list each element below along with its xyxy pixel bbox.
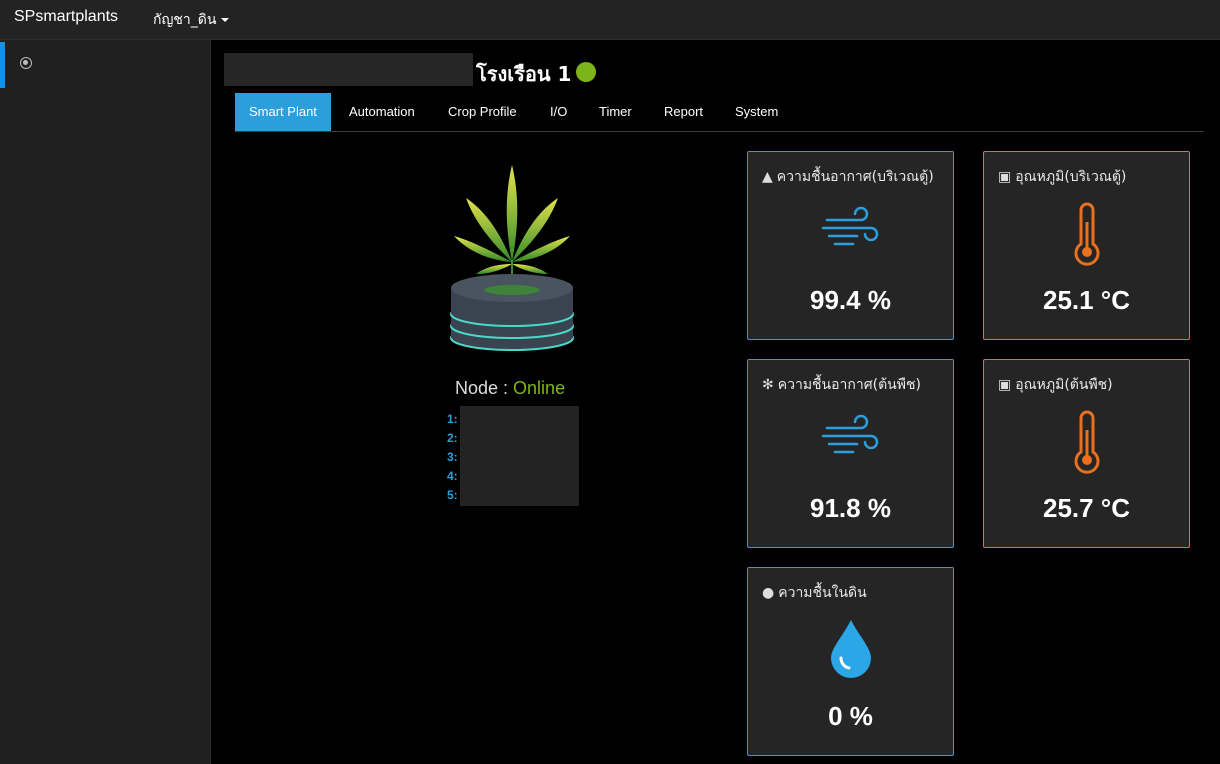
tab-smart-plant[interactable]: Smart Plant bbox=[235, 93, 331, 131]
tab-bar: Smart Plant Automation Crop Profile I/O … bbox=[235, 93, 1204, 132]
tab-report[interactable]: Report bbox=[650, 93, 717, 131]
scale-icon: ▣ bbox=[998, 377, 1012, 393]
card-title-label: ความชื้นอากาศ(บริเวณตู้) bbox=[776, 169, 934, 185]
redacted-block bbox=[224, 53, 473, 86]
node-list: 1: 2: 3: 4: 5: bbox=[447, 410, 458, 505]
card-title: ▣ อุณหภูมิ(บริเวณตู้) bbox=[998, 166, 1126, 188]
sensor-card-temperature-cabinet[interactable]: ▣ อุณหภูมิ(บริเวณตู้) 25.1 °C bbox=[983, 151, 1190, 340]
sensor-value: 99.4 % bbox=[810, 285, 891, 315]
tab-system[interactable]: System bbox=[721, 93, 792, 131]
plant-selector-label: กัญชา_ดิน bbox=[153, 12, 217, 28]
droplet-icon: ● bbox=[762, 585, 775, 601]
card-title: ● ความชื้นในดิน bbox=[762, 582, 867, 604]
top-navbar: SPsmartplants กัญชา_ดิน bbox=[0, 0, 1220, 40]
node-disk-stack bbox=[450, 274, 574, 351]
scale-icon: ▣ bbox=[998, 169, 1012, 185]
list-item: 3: bbox=[447, 450, 458, 464]
sensor-card-air-humidity-cabinet[interactable]: ▲ ความชื้นอากาศ(บริเวณตู้) 99.4 % bbox=[747, 151, 954, 340]
snowflake-icon: ✻ bbox=[762, 377, 774, 393]
tab-automation[interactable]: Automation bbox=[335, 93, 429, 131]
card-title-label: ความชื้นอากาศ(ต้นพืช) bbox=[777, 377, 921, 393]
sensor-value: 25.7 °C bbox=[1042, 493, 1130, 523]
sidebar bbox=[0, 40, 211, 764]
cannabis-leaf-icon bbox=[454, 165, 570, 274]
list-item: 5: bbox=[447, 488, 458, 502]
card-title: ✻ ความชื้นอากาศ(ต้นพืช) bbox=[762, 374, 921, 396]
page-title: โรงเรือน 1 bbox=[476, 62, 572, 86]
sidebar-active-indicator bbox=[0, 42, 5, 88]
thermometer-icon bbox=[984, 202, 1189, 271]
tab-crop-profile[interactable]: Crop Profile bbox=[434, 93, 531, 131]
plant-selector-dropdown[interactable]: กัญชา_ดิน bbox=[153, 9, 230, 31]
card-title: ▲ ความชื้นอากาศ(บริเวณตู้) bbox=[762, 166, 934, 188]
wind-icon bbox=[748, 410, 953, 465]
tree-icon: ▲ bbox=[762, 169, 773, 185]
wind-icon bbox=[748, 202, 953, 257]
tab-timer[interactable]: Timer bbox=[585, 93, 646, 131]
node-status-value: Online bbox=[513, 378, 566, 398]
water-drop-icon bbox=[748, 618, 953, 683]
list-item: 1: bbox=[447, 412, 458, 426]
card-title: ▣ อุณหภูมิ(ต้นพืช) bbox=[998, 374, 1113, 396]
dashboard-icon[interactable] bbox=[20, 57, 32, 69]
list-item: 4: bbox=[447, 469, 458, 483]
brand-logo[interactable]: SPsmartplants bbox=[14, 8, 118, 26]
list-item: 2: bbox=[447, 431, 458, 445]
sensor-card-soil-moisture[interactable]: ● ความชื้นในดิน 0 % bbox=[747, 567, 954, 756]
node-status-label: Node : bbox=[455, 378, 514, 398]
node-status: Node : Online bbox=[455, 378, 565, 399]
status-indicator bbox=[576, 62, 596, 82]
sensor-value: 25.1 °C bbox=[1042, 285, 1130, 315]
caret-down-icon bbox=[221, 18, 230, 22]
sensor-value: 0 % bbox=[828, 701, 873, 731]
plant-node-illustration bbox=[450, 165, 574, 351]
card-title-label: อุณหภูมิ(บริเวณตู้) bbox=[1015, 169, 1127, 185]
tab-io[interactable]: I/O bbox=[536, 93, 581, 131]
sensor-value: 91.8 % bbox=[810, 493, 891, 523]
card-title-label: อุณหภูมิ(ต้นพืช) bbox=[1015, 377, 1113, 393]
thermometer-icon bbox=[984, 410, 1189, 479]
card-title-label: ความชื้นในดิน bbox=[778, 585, 867, 601]
sensor-card-air-humidity-plant[interactable]: ✻ ความชื้นอากาศ(ต้นพืช) 91.8 % bbox=[747, 359, 954, 548]
redacted-block bbox=[460, 406, 579, 506]
sensor-card-temperature-plant[interactable]: ▣ อุณหภูมิ(ต้นพืช) 25.7 °C bbox=[983, 359, 1190, 548]
